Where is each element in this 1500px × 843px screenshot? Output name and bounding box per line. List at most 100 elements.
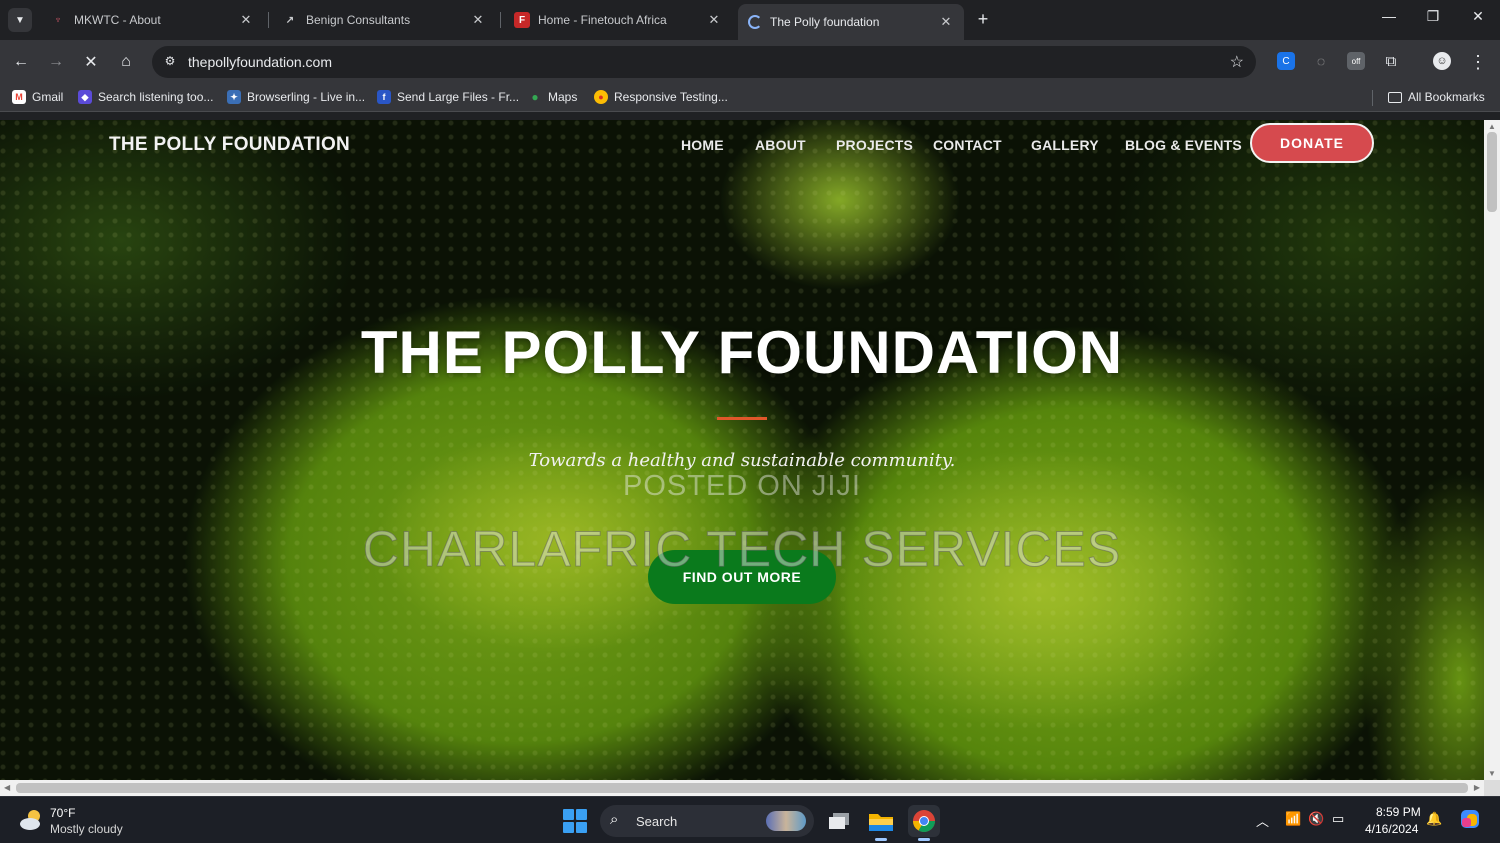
profile-avatar-icon[interactable]: ☺ — [1433, 52, 1451, 70]
file-explorer-button[interactable] — [865, 805, 897, 841]
scroll-right-icon[interactable]: ▶ — [1474, 783, 1480, 792]
scroll-down-icon[interactable]: ▼ — [1484, 769, 1500, 778]
watermark-posted-on: POSTED ON JIJI — [623, 470, 861, 502]
bookmark-label: All Bookmarks — [1408, 90, 1485, 104]
nav-projects[interactable]: PROJECTS — [836, 137, 913, 153]
tab-close-icon[interactable]: ✕ — [706, 12, 722, 28]
scroll-up-icon[interactable]: ▲ — [1484, 122, 1500, 131]
site-info-icon[interactable]: ⚙ — [162, 54, 178, 70]
nav-blog-events[interactable]: BLOG & EVENTS — [1125, 137, 1242, 153]
tab-title: Benign Consultants — [306, 13, 411, 27]
nav-home[interactable]: HOME — [681, 137, 724, 153]
benign-favicon-icon: ↗ — [285, 14, 295, 26]
copilot-logo-icon — [1461, 810, 1479, 828]
tab-title: MKWTC - About — [74, 13, 161, 27]
task-view-button[interactable] — [823, 805, 855, 837]
vertical-scrollbar[interactable]: ▲ ▼ — [1484, 120, 1500, 780]
watermark-company: CHARLAFRIC TECH SERVICES — [362, 521, 1122, 578]
bookmark-label: Send Large Files - Fr... — [397, 90, 520, 104]
bookmark-send-files[interactable]: f Send Large Files - Fr... — [377, 90, 519, 104]
forward-button[interactable]: → — [44, 50, 68, 74]
extension-c-icon[interactable]: C — [1277, 52, 1295, 70]
arrow-right-icon: → — [48, 53, 64, 70]
send-files-icon: f — [377, 90, 391, 104]
address-bar[interactable]: ⚙ thepollyfoundation.com ☆ — [152, 46, 1256, 78]
site-brand[interactable]: THE POLLY FOUNDATION — [109, 134, 350, 156]
all-bookmarks-button[interactable]: All Bookmarks — [1388, 90, 1485, 104]
browser-toolbar: ← → ✕ ⌂ ⚙ thepollyfoundation.com ☆ C ◌ o… — [0, 40, 1500, 84]
tab-close-icon[interactable]: ✕ — [238, 12, 254, 28]
extension-off-icon[interactable]: off — [1347, 52, 1365, 70]
task-view-icon — [829, 813, 849, 829]
hero-subtitle: Towards a healthy and sustainable commun… — [528, 450, 956, 471]
vertical-scroll-thumb[interactable] — [1487, 132, 1497, 212]
gmail-icon: M — [12, 90, 26, 104]
weather-cloudy-icon[interactable] — [18, 807, 44, 833]
bookmark-label: Gmail — [32, 90, 64, 104]
wifi-icon[interactable]: 📶 — [1285, 811, 1301, 827]
folder-icon — [869, 814, 893, 831]
browser-menu-button[interactable]: ⋮ — [1466, 50, 1490, 74]
donate-button[interactable]: DONATE — [1250, 123, 1374, 163]
url-text[interactable]: thepollyfoundation.com — [188, 54, 332, 70]
tab-polly-foundation[interactable]: The Polly foundation ✕ — [738, 4, 964, 40]
bookmark-maps[interactable]: ● Maps — [528, 90, 577, 104]
extension-circle-icon[interactable]: ◌ — [1312, 52, 1330, 70]
page-viewport: THE POLLY FOUNDATION HOME ABOUT PROJECTS… — [0, 120, 1484, 780]
tab-mkwtc[interactable]: ♆ MKWTC - About ✕ — [40, 6, 264, 34]
home-button[interactable]: ⌂ — [114, 50, 138, 74]
clock-time[interactable]: 8:59 PM — [1376, 805, 1421, 819]
scroll-left-icon[interactable]: ◀ — [4, 783, 10, 792]
scrollbar-corner — [1484, 780, 1500, 796]
search-icon: ⌕ — [610, 811, 619, 828]
bookmark-label: Responsive Testing... — [614, 90, 728, 104]
nav-about[interactable]: ABOUT — [755, 137, 806, 153]
copilot-icon[interactable] — [1459, 808, 1481, 833]
nav-gallery[interactable]: GALLERY — [1031, 137, 1099, 153]
restore-button[interactable]: ❐ — [1421, 8, 1445, 25]
close-icon: ✕ — [84, 54, 98, 71]
tab-search-button[interactable]: ▼ — [8, 8, 32, 32]
nav-contact[interactable]: CONTACT — [933, 137, 1002, 153]
taskbar-search[interactable]: ⌕ Search — [600, 805, 814, 837]
taskbar-search-label: Search — [636, 814, 678, 829]
bookmark-responsive-testing[interactable]: ● Responsive Testing... — [594, 90, 728, 104]
arrow-left-icon: ← — [13, 53, 29, 70]
weather-description[interactable]: Mostly cloudy — [50, 822, 123, 836]
loading-spinner-icon — [748, 15, 762, 29]
tab-finetouch[interactable]: F Home - Finetouch Africa ✕ — [504, 6, 732, 34]
extensions-puzzle-icon[interactable]: ⧉ — [1382, 52, 1400, 70]
bookmark-gmail[interactable]: M Gmail — [12, 90, 63, 104]
stop-loading-button[interactable]: ✕ — [79, 50, 103, 74]
kebab-menu-icon: ⋮ — [1469, 51, 1487, 72]
responsive-testing-icon: ● — [594, 90, 608, 104]
bookmark-star-icon[interactable]: ☆ — [1230, 52, 1244, 72]
minimize-icon: — — [1382, 8, 1396, 24]
tab-benign[interactable]: ↗ Benign Consultants ✕ — [272, 6, 496, 34]
volume-muted-icon[interactable]: 🔇 — [1308, 811, 1324, 827]
windows-taskbar: 70°F Mostly cloudy ⌕ Search ︿ 📶 🔇 ▭ 8:59… — [0, 796, 1500, 843]
bookmark-search-listening[interactable]: ◆ Search listening too... — [78, 90, 213, 104]
clock-date[interactable]: 4/16/2024 — [1365, 822, 1418, 836]
bookmark-label: Maps — [548, 90, 578, 104]
site-header: THE POLLY FOUNDATION HOME ABOUT PROJECTS… — [0, 120, 1484, 170]
tab-close-icon[interactable]: ✕ — [938, 14, 954, 30]
bookmark-browserling[interactable]: ✦ Browserling - Live in... — [227, 90, 365, 104]
chrome-taskbar-button[interactable] — [908, 805, 940, 841]
new-tab-button[interactable]: + — [973, 9, 993, 29]
close-window-button[interactable]: ✕ — [1466, 8, 1490, 25]
horizontal-scrollbar[interactable]: ◀ ▶ — [0, 780, 1484, 796]
show-hidden-icons-button[interactable]: ︿ — [1256, 811, 1269, 830]
weather-temperature[interactable]: 70°F — [50, 806, 75, 820]
search-listening-icon: ◆ — [78, 90, 92, 104]
back-button[interactable]: ← — [9, 50, 33, 74]
notification-bell-icon[interactable]: 🔔 — [1426, 811, 1442, 827]
chrome-icon — [913, 810, 935, 832]
minimize-button[interactable]: — — [1377, 8, 1401, 24]
horizontal-scroll-thumb[interactable] — [16, 783, 1468, 793]
bookmark-label: Search listening too... — [98, 90, 214, 104]
tab-close-icon[interactable]: ✕ — [470, 12, 486, 28]
start-button[interactable] — [563, 809, 587, 833]
battery-icon[interactable]: ▭ — [1332, 811, 1344, 827]
chevron-down-icon: ▼ — [15, 14, 25, 26]
